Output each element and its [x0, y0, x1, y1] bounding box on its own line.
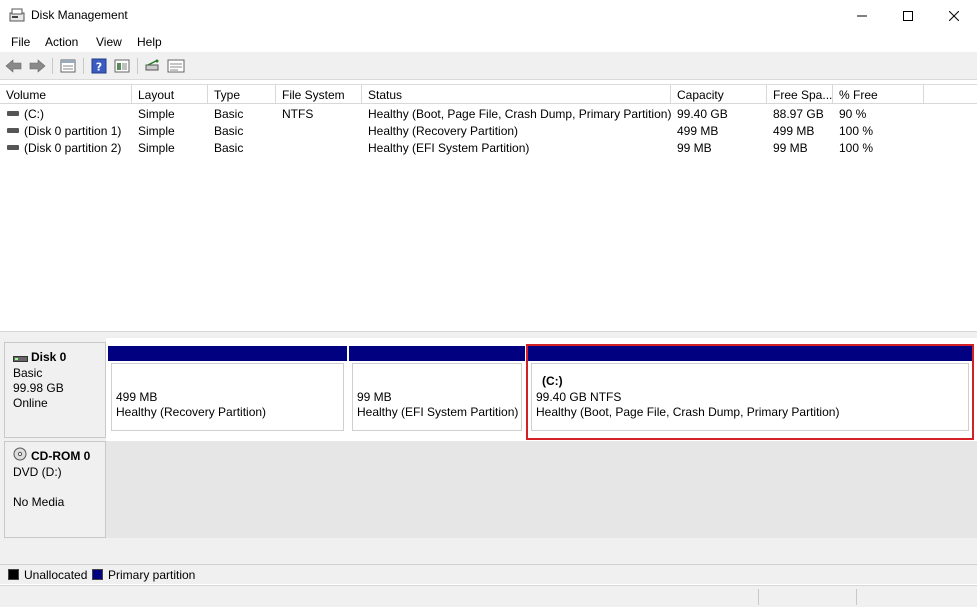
legend: Unallocated Primary partition [0, 564, 977, 584]
cell-percent-free: 90 % [839, 107, 867, 121]
properties-icon[interactable] [58, 57, 78, 75]
column-header-file-system[interactable]: File System [276, 85, 362, 104]
disk-type: DVD (D:) [13, 465, 62, 479]
table-row[interactable]: (C:) Simple Basic NTFS Healthy (Boot, Pa… [0, 105, 977, 122]
cdrom-0-label[interactable]: CD-ROM 0 DVD (D:) No Media [4, 441, 106, 538]
table-row[interactable]: (Disk 0 partition 2) Simple Basic Health… [0, 139, 977, 156]
cell-type: Basic [214, 141, 244, 155]
volume-icon [7, 128, 19, 133]
disk-0-label[interactable]: Disk 0 Basic 99.98 GB Online [4, 342, 106, 438]
cell-percent-free: 100 % [839, 141, 874, 155]
cdrom-icon [13, 447, 27, 464]
legend-primary-partition: Primary partition [108, 568, 196, 582]
menu-bar: File Action View Help [0, 31, 977, 53]
cell-capacity: 99 MB [677, 141, 712, 155]
maximize-button[interactable] [885, 0, 931, 31]
partition-status: Healthy (Recovery Partition) [116, 405, 267, 419]
column-header-filler [924, 85, 977, 104]
disk-state: No Media [13, 495, 65, 509]
partition-bar [108, 346, 347, 361]
disk-name: Disk 0 [31, 350, 67, 364]
volume-icon [7, 111, 19, 116]
cell-layout: Simple [138, 107, 175, 121]
help-icon[interactable]: ? [89, 57, 109, 75]
disk-management-app-icon [9, 8, 25, 22]
cdrom-0-area[interactable] [106, 441, 977, 538]
disk-view-icon[interactable] [112, 57, 132, 75]
cell-volume: (Disk 0 partition 2) [24, 141, 122, 155]
partition-bar [349, 346, 525, 361]
cell-free-space: 88.97 GB [773, 107, 824, 121]
forward-arrow-icon[interactable] [27, 57, 47, 75]
cell-file-system: NTFS [282, 107, 314, 121]
disk-size: 99.98 GB [13, 381, 64, 395]
cell-volume: (C:) [24, 107, 44, 121]
cell-percent-free: 100 % [839, 124, 874, 138]
cell-volume: (Disk 0 partition 1) [24, 124, 122, 138]
column-header-type[interactable]: Type [208, 85, 276, 104]
column-header-status[interactable]: Status [362, 85, 671, 104]
cell-free-space: 99 MB [773, 141, 808, 155]
toolbar: ? [0, 53, 977, 80]
svg-text:?: ? [96, 61, 102, 74]
menu-action[interactable]: Action [45, 35, 78, 49]
partition-recovery[interactable]: 499 MB Healthy (Recovery Partition) [108, 346, 347, 434]
primary-partition-swatch [92, 569, 103, 580]
disk-type: Basic [13, 366, 43, 380]
disk-state: Online [13, 396, 48, 410]
back-arrow-icon[interactable] [4, 57, 24, 75]
minimize-button[interactable] [839, 0, 885, 31]
cell-type: Basic [214, 107, 244, 121]
partition-size: 99 MB [357, 390, 392, 404]
partition-status: Healthy (EFI System Partition) [357, 405, 519, 419]
title-bar: Disk Management [0, 0, 977, 31]
column-header-volume[interactable]: Volume [0, 85, 132, 104]
cell-free-space: 499 MB [773, 124, 815, 138]
disk-name: CD-ROM 0 [31, 449, 91, 463]
column-header-percent-free[interactable]: % Free [833, 85, 924, 104]
table-row[interactable]: (Disk 0 partition 1) Simple Basic Health… [0, 122, 977, 139]
volume-icon [7, 145, 19, 150]
cell-capacity: 499 MB [677, 124, 719, 138]
cell-status: Healthy (EFI System Partition) [368, 141, 530, 155]
partition-size: 499 MB [116, 390, 158, 404]
connect-icon[interactable] [143, 57, 163, 75]
highlight-box [526, 344, 974, 440]
legend-unallocated: Unallocated [24, 568, 88, 582]
cell-type: Basic [214, 124, 244, 138]
cell-layout: Simple [138, 141, 175, 155]
cell-status: Healthy (Recovery Partition) [368, 124, 519, 138]
close-button[interactable] [931, 0, 977, 31]
unallocated-swatch [8, 569, 19, 580]
volume-list: Volume Layout Type File System Status Ca… [0, 84, 977, 331]
window-title: Disk Management [31, 8, 128, 22]
column-header-layout[interactable]: Layout [132, 85, 208, 104]
list-view-icon[interactable] [166, 57, 186, 75]
pane-splitter[interactable] [0, 331, 977, 338]
menu-view[interactable]: View [96, 35, 122, 49]
menu-file[interactable]: File [11, 35, 30, 49]
menu-help[interactable]: Help [137, 35, 162, 49]
cell-layout: Simple [138, 124, 175, 138]
status-bar [0, 585, 977, 607]
hard-disk-icon [13, 352, 28, 366]
cell-status: Healthy (Boot, Page File, Crash Dump, Pr… [368, 107, 672, 121]
partition-efi[interactable]: 99 MB Healthy (EFI System Partition) [349, 346, 525, 434]
column-header-capacity[interactable]: Capacity [671, 85, 767, 104]
cell-capacity: 99.40 GB [677, 107, 728, 121]
column-header-free-space[interactable]: Free Spa... [767, 85, 833, 104]
